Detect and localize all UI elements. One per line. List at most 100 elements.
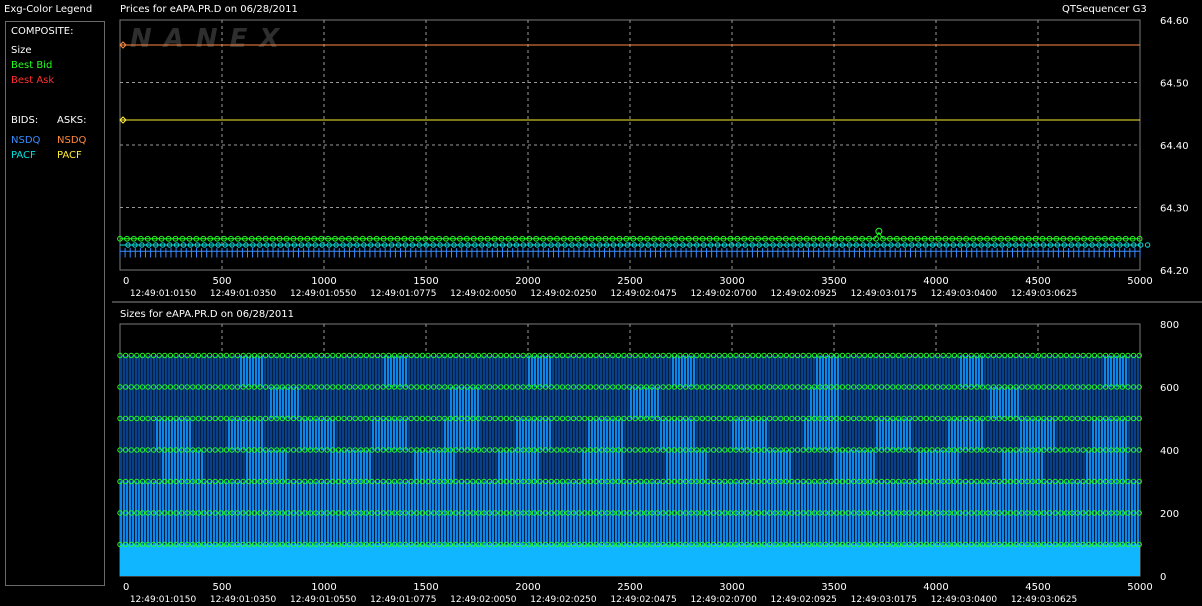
size-bar-gap — [1067, 450, 1068, 482]
size-bar-gap — [446, 418, 447, 450]
price-x-tick-label: 2500 — [617, 276, 642, 287]
size-bar-gap — [515, 481, 516, 513]
size-bar-gap — [596, 387, 597, 419]
size-bar-gap — [965, 355, 966, 387]
size-bar — [432, 513, 434, 545]
size-bar-gap — [179, 387, 180, 419]
size-bar-gap — [623, 418, 624, 450]
size-bar-gap — [446, 387, 447, 419]
size-bar — [126, 387, 128, 419]
size-bar — [909, 513, 911, 545]
size-bar-gap — [515, 513, 516, 545]
size-bar-gap — [932, 450, 933, 482]
size-bar — [897, 481, 899, 513]
size-bar-gap — [899, 387, 900, 419]
size-bar-gap — [131, 387, 132, 419]
size-bar — [390, 481, 392, 513]
size-bar-gap — [890, 355, 891, 387]
size-bar-gap — [623, 450, 624, 482]
size-bar-gap — [482, 355, 483, 387]
size-bar-gap — [839, 513, 840, 545]
size-bar-gap — [980, 387, 981, 419]
size-bar-gap — [299, 355, 300, 387]
size-bar — [462, 355, 464, 387]
size-bar — [453, 513, 455, 545]
size-bar-gap — [518, 355, 519, 387]
size-bar — [534, 418, 536, 450]
size-bar-gap — [275, 450, 276, 482]
size-bar-gap — [350, 450, 351, 482]
size-bar — [159, 355, 161, 387]
size-bar-gap — [554, 418, 555, 450]
size-bar — [144, 450, 146, 482]
size-bar — [924, 481, 926, 513]
size-time-label: 12:49:01:0350 — [210, 595, 277, 605]
size-bar — [399, 481, 401, 513]
size-bar-gap — [401, 418, 402, 450]
size-bar — [141, 481, 143, 513]
size-bar — [507, 418, 509, 450]
size-bar — [453, 450, 455, 482]
size-bar — [954, 450, 956, 482]
size-bar-gap — [548, 481, 549, 513]
size-bar — [975, 355, 977, 387]
size-bar-gap — [539, 418, 540, 450]
size-bar-gap — [824, 355, 825, 387]
size-bar — [456, 513, 458, 545]
size-bar-gap — [422, 481, 423, 513]
size-bar-gap — [722, 481, 723, 513]
size-bar-gap — [680, 450, 681, 482]
size-bar-gap — [143, 450, 144, 482]
size-bar — [222, 418, 224, 450]
size-bar — [156, 355, 158, 387]
size-bar-gap — [971, 355, 972, 387]
size-bar-gap — [833, 387, 834, 419]
size-bar — [228, 387, 230, 419]
size-bar — [975, 418, 977, 450]
size-bar — [372, 481, 374, 513]
size-bar — [765, 355, 767, 387]
size-bar-gap — [911, 450, 912, 482]
size-bar — [816, 355, 818, 387]
size-bar-gap — [314, 481, 315, 513]
size-bar-gap — [1130, 355, 1131, 387]
size-bar-gap — [710, 387, 711, 419]
size-bar-gap — [587, 418, 588, 450]
size-bar — [144, 355, 146, 387]
size-bar — [711, 513, 713, 545]
size-bar-gap — [425, 481, 426, 513]
size-bar-gap — [1112, 450, 1113, 482]
size-bar — [357, 481, 359, 513]
size-bar — [480, 481, 482, 513]
size-bar-gap — [257, 418, 258, 450]
size-bar-gap — [569, 387, 570, 419]
size-bar-gap — [470, 418, 471, 450]
size-bar — [153, 418, 155, 450]
size-bar-gap — [614, 450, 615, 482]
size-bar-gap — [1133, 355, 1134, 387]
size-bar-gap — [908, 450, 909, 482]
size-bar — [525, 387, 527, 419]
size-bar-gap — [623, 355, 624, 387]
size-bar-gap — [638, 513, 639, 545]
size-bar-gap — [1010, 450, 1011, 482]
size-bar-gap — [227, 418, 228, 450]
size-bar — [546, 513, 548, 545]
size-bar-gap — [665, 418, 666, 450]
size-bar — [942, 513, 944, 545]
size-bar-gap — [1061, 387, 1062, 419]
size-bar — [231, 418, 233, 450]
size-bar — [1056, 387, 1058, 419]
size-bar — [285, 481, 287, 513]
size-bar — [1023, 450, 1025, 482]
size-bar — [150, 481, 152, 513]
size-bar-gap — [602, 450, 603, 482]
size-bar — [597, 450, 599, 482]
size-bar — [141, 387, 143, 419]
size-bar-gap — [551, 450, 552, 482]
size-bar-gap — [284, 355, 285, 387]
size-bar-gap — [137, 387, 138, 419]
price-time-label: 12:49:02:0250 — [530, 289, 597, 299]
size-bar-gap — [848, 355, 849, 387]
size-bar — [555, 418, 557, 450]
